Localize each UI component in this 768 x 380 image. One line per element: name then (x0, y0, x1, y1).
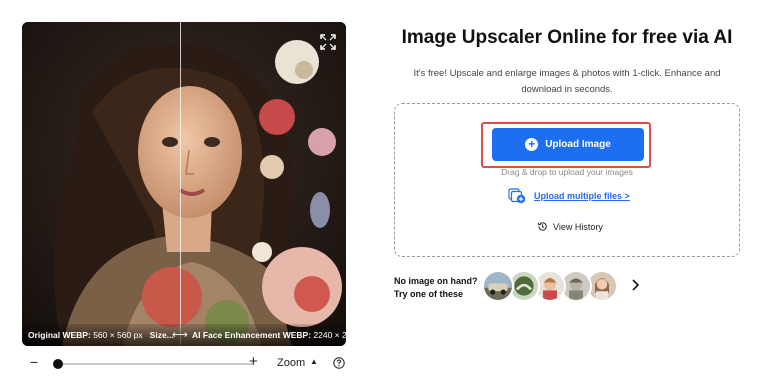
enhanced-info: AI Face Enhancement WEBP: 2240 × 2... (192, 324, 346, 346)
view-history-link[interactable]: View History (537, 221, 603, 232)
compare-arrow-icon: ⟷ (172, 329, 188, 341)
help-icon[interactable] (333, 357, 345, 369)
zoom-controls: − + Zoom ▲ (22, 352, 352, 374)
page-subtitle: It's free! Upscale and enlarge images & … (413, 68, 721, 95)
upload-dropzone[interactable]: + Upload Image Drag & drop to upload you… (394, 103, 740, 257)
zoom-in-button[interactable]: + (249, 353, 258, 370)
zoom-label[interactable]: Zoom (277, 357, 305, 369)
multiple-files-icon (508, 188, 526, 204)
view-history-label: View History (553, 221, 603, 232)
enhanced-dimensions: 2240 × 2... (313, 330, 346, 340)
sample-prompt-line2: Try one of these (394, 289, 464, 299)
original-dimensions: 560 × 560 px (93, 330, 143, 340)
zoom-slider-handle[interactable] (53, 359, 63, 369)
upload-button-label: Upload Image (545, 139, 611, 150)
history-icon (537, 222, 547, 231)
upload-image-button[interactable]: + Upload Image (492, 128, 644, 161)
sample-thumb-car[interactable] (482, 270, 514, 302)
sample-prompt-line1: No image on hand? (394, 276, 478, 286)
upload-multiple-link[interactable]: Upload multiple files > (508, 188, 630, 204)
drag-drop-hint: Drag & drop to upload your images (501, 167, 633, 177)
original-label: Original WEBP: (28, 330, 91, 340)
enhanced-label: AI Face Enhancement WEBP: (192, 330, 312, 340)
caret-up-icon[interactable]: ▲ (310, 357, 318, 366)
upload-multiple-label: Upload multiple files > (534, 191, 630, 201)
plus-circle-icon: + (525, 138, 539, 151)
zoom-out-button[interactable]: − (30, 354, 38, 370)
comparison-divider[interactable] (180, 22, 181, 346)
comparison-caption: Original WEBP: 560 × 560 px Size... ⟷ AI… (22, 324, 346, 346)
size-label: Size... (149, 330, 174, 340)
sample-thumbnails (482, 270, 622, 302)
sample-images-prompt: No image on hand? Try one of these (394, 275, 478, 301)
chevron-right-icon[interactable] (630, 278, 642, 292)
page-title: Image Upscaler Online for free via AI (401, 27, 733, 48)
zoom-slider-track[interactable] (54, 363, 254, 365)
fullscreen-icon[interactable] (320, 34, 336, 50)
portrait-image (22, 22, 346, 346)
original-info: Original WEBP: 560 × 560 px Size... (28, 324, 174, 346)
image-comparison-preview[interactable]: Original WEBP: 560 × 560 px Size... ⟷ AI… (22, 22, 346, 346)
